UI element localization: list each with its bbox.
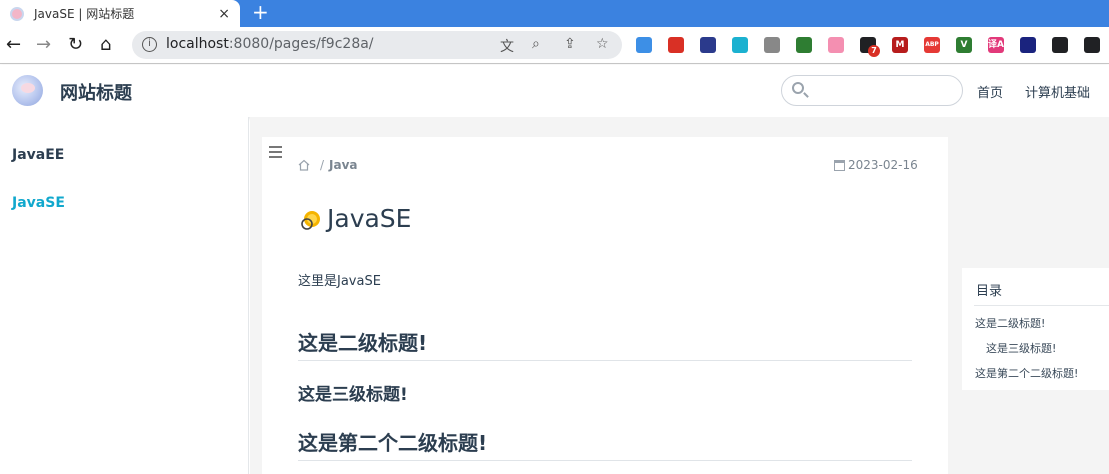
breadcrumb-link-java[interactable]: Java <box>329 158 357 172</box>
sidebar: JavaEE JavaSE <box>0 117 249 474</box>
ext-download-icon[interactable] <box>796 37 812 53</box>
forward-button[interactable]: → <box>36 34 51 56</box>
table-of-contents: 目录 这是二级标题! 这是三级标题! 这是第二个二级标题! <box>962 268 1109 390</box>
site-header: 网站标题 首页 计算机基础 <box>0 65 1109 117</box>
post-date: 2023-02-16 <box>834 158 918 172</box>
browser-toolbar: ← → ↻ ⌂ i localhost:8080/pages/f9c28a/ 文… <box>0 27 1109 64</box>
new-tab-button[interactable]: + <box>252 0 269 27</box>
ext-blue-circle-icon[interactable] <box>636 37 652 53</box>
ext-filter-icon[interactable] <box>732 37 748 53</box>
sidebar-toggle-icon[interactable] <box>269 146 282 161</box>
date-text: 2023-02-16 <box>848 158 918 172</box>
toc-divider <box>974 305 1109 306</box>
sidebar-item-javaee[interactable]: JavaEE <box>12 147 64 163</box>
ext-red-dots-icon[interactable] <box>668 37 684 53</box>
bookmark-star-icon[interactable]: ☆ <box>596 36 609 52</box>
tab-title: JavaSE | 网站标题 <box>34 7 135 21</box>
zoom-icon[interactable]: ⌕ <box>532 36 540 52</box>
breadcrumb-separator: / <box>320 158 325 172</box>
ext-m-icon[interactable]: M <box>892 37 908 53</box>
site-info-icon[interactable]: i <box>142 37 157 52</box>
url-text[interactable]: localhost:8080/pages/f9c28a/ <box>166 36 374 52</box>
ext-window-icon[interactable] <box>700 37 716 53</box>
browser-tab[interactable]: JavaSE | 网站标题 × <box>0 0 240 27</box>
breadcrumb: / Java <box>298 158 358 172</box>
tab-close-icon[interactable]: × <box>218 6 230 22</box>
media-icon[interactable] <box>1052 37 1068 53</box>
site-logo[interactable] <box>12 75 43 106</box>
browser-tabstrip: JavaSE | 网站标题 × + <box>0 0 1109 27</box>
nav-link-cs-basics[interactable]: 计算机基础 <box>1025 82 1090 101</box>
search-icon <box>792 82 804 94</box>
toc-item-h2-second[interactable]: 这是第二个二级标题! <box>975 365 1078 381</box>
reload-button[interactable]: ↻ <box>68 34 83 56</box>
toc-item-h2-first[interactable]: 这是二级标题! <box>975 315 1045 331</box>
address-bar[interactable]: i localhost:8080/pages/f9c28a/ 文 ⌕ ⇪ ☆ <box>132 31 622 59</box>
ext-abp-icon[interactable]: ABP <box>924 37 940 53</box>
ext-vue-icon[interactable]: V <box>956 37 972 53</box>
site-title[interactable]: 网站标题 <box>60 79 132 105</box>
content-card <box>262 137 948 474</box>
puzzle-icon[interactable] <box>1020 37 1036 53</box>
ext-translate-icon[interactable]: 译A <box>988 37 1004 53</box>
heading-h2-second: 这是第二个二级标题! <box>298 427 912 461</box>
ext-cat-icon[interactable] <box>828 37 844 53</box>
share-icon[interactable]: ⇪ <box>564 36 576 52</box>
home-icon[interactable] <box>298 159 310 171</box>
sidepanel-icon[interactable] <box>1084 37 1100 53</box>
extension-badge: 7 <box>868 45 880 57</box>
translate-icon[interactable]: 文 <box>500 36 514 56</box>
nav-link-home[interactable]: 首页 <box>977 82 1003 101</box>
site-favicon-icon <box>10 6 24 21</box>
search-input[interactable] <box>812 80 952 102</box>
toc-item-h3-first[interactable]: 这是三级标题! <box>986 340 1056 356</box>
page-title-icon <box>301 211 320 230</box>
intro-paragraph: 这里是JavaSE <box>298 274 381 289</box>
page-title: JavaSE <box>327 204 412 233</box>
ext-badge-icon[interactable]: 7 <box>860 37 880 57</box>
search-box[interactable] <box>781 75 963 106</box>
sidebar-item-javase[interactable]: JavaSE <box>12 195 65 211</box>
back-button[interactable]: ← <box>6 34 21 56</box>
heading-h2-first: 这是二级标题! <box>298 327 912 361</box>
toc-title: 目录 <box>976 284 1003 299</box>
heading-h3-first: 这是三级标题! <box>298 385 408 405</box>
calendar-icon <box>834 159 845 171</box>
home-button[interactable]: ⌂ <box>100 34 111 56</box>
ext-copy-icon[interactable] <box>764 37 780 53</box>
